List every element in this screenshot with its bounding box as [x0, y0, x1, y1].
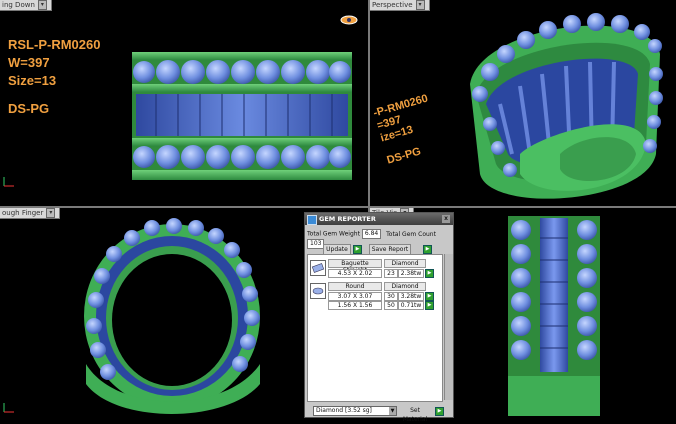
gem-count: 50: [384, 301, 398, 310]
gem-list-scrollbar[interactable]: [444, 254, 453, 400]
material-select[interactable]: Diamond [3.52 sg] ▼: [313, 406, 397, 416]
gem-shape: Round: [328, 282, 382, 291]
row-go-icon[interactable]: ▶: [425, 292, 434, 301]
viewport-label[interactable]: ough Finger ▾: [0, 208, 61, 219]
chevron-down-icon[interactable]: ▼: [389, 407, 396, 415]
viewport-label-text: ough Finger: [2, 209, 44, 217]
gem-reporter-panel[interactable]: GEM REPORTER x Total Gem Weight 6.84 Tot…: [304, 212, 454, 423]
sku-text: RSL-P-RM0260: [8, 37, 101, 52]
axis-gizmo-icon: [3, 177, 14, 187]
viewport-divider-horizontal[interactable]: [0, 206, 676, 208]
viewport-label-text: Perspective: [372, 1, 413, 9]
set-material-button[interactable]: Set Material: [397, 406, 433, 423]
weight-text: W=397: [8, 55, 50, 70]
total-weight-label: Total Gem Weight: [307, 230, 360, 238]
gem-count: 30: [384, 292, 398, 301]
gem-weight: 2.38tw: [398, 269, 424, 278]
size-text: Size=13: [8, 73, 57, 88]
gem-size: 1.56 X 1.56: [328, 301, 382, 310]
camera-icon[interactable]: [340, 15, 358, 25]
update-button-label: Update: [326, 246, 348, 253]
viewport-perspective[interactable]: Perspective ▾ -P-RM0260 =397 ize=13 DS-PG: [370, 0, 676, 206]
set-material-button-label: Set Material: [402, 407, 428, 423]
save-report-button-label: Save Report: [371, 246, 409, 253]
ring-side-render: [84, 218, 260, 414]
viewport-through-finger[interactable]: ough Finger ▾: [0, 208, 302, 418]
code-text: DS-PG: [8, 101, 50, 116]
total-count-value: 103: [307, 239, 325, 249]
dropdown-icon[interactable]: ▾: [415, 0, 425, 10]
gem-row[interactable]: Baguette Straight Diamond 4.53 X 2.02 23…: [308, 257, 442, 279]
set-material-go-icon[interactable]: ▶: [435, 407, 444, 416]
gem-size: 4.53 X 2.02: [328, 269, 382, 278]
ring-front-render: [132, 52, 352, 180]
update-go-icon[interactable]: ▶: [353, 245, 362, 254]
save-report-go-icon[interactable]: ▶: [423, 245, 432, 254]
gem-weight: 3.28tw: [398, 292, 424, 301]
viewport-label[interactable]: ing Down ▾: [0, 0, 52, 11]
axis-gizmo-icon: [3, 403, 14, 413]
dropdown-icon[interactable]: ▾: [46, 208, 56, 218]
gem-list[interactable]: Baguette Straight Diamond 4.53 X 2.02 23…: [307, 254, 443, 402]
ring-perspective-render: [470, 13, 663, 199]
row-go-icon[interactable]: ▶: [425, 301, 434, 310]
gem-weight: 0.71tw: [398, 301, 424, 310]
ring-end-render: [508, 216, 600, 416]
ring-info-text: RSL-P-RM0260 W=397 Size=13 DS-PG: [8, 36, 100, 118]
gem-reporter-logo-icon: [307, 215, 317, 225]
dropdown-icon[interactable]: ▾: [37, 0, 47, 10]
round-gem-icon: [310, 283, 326, 299]
total-weight-value: 6.84: [361, 229, 382, 239]
gem-size: 3.07 X 3.07: [328, 292, 382, 301]
gem-count: 23: [384, 269, 398, 278]
row-go-icon[interactable]: ▶: [425, 269, 434, 278]
baguette-gem-icon: [310, 260, 326, 276]
viewport-label[interactable]: Perspective ▾: [370, 0, 430, 11]
viewport-label-text: ing Down: [2, 1, 35, 9]
gem-reporter-titlebar[interactable]: GEM REPORTER x: [305, 213, 453, 225]
material-select-value: Diamond [3.52 sg]: [316, 407, 372, 414]
gem-material: Diamond: [384, 282, 426, 291]
gem-shape: Baguette Straight: [328, 259, 382, 274]
gem-material: Diamond: [384, 259, 426, 268]
viewport-top-down[interactable]: ing Down ▾ RSL-P-RM0260 W=397 Size=13 DS-…: [0, 0, 368, 206]
gem-reporter-title: GEM REPORTER: [319, 215, 376, 223]
persp-info-text: -P-RM0260 =397 ize=13 DS-PG: [372, 92, 443, 167]
gem-row[interactable]: Round Diamond 3.07 X 3.07 30 3.28tw ▶ 1.…: [308, 280, 442, 312]
close-icon[interactable]: x: [442, 215, 450, 223]
total-count-label: Total Gem Count: [386, 230, 436, 238]
